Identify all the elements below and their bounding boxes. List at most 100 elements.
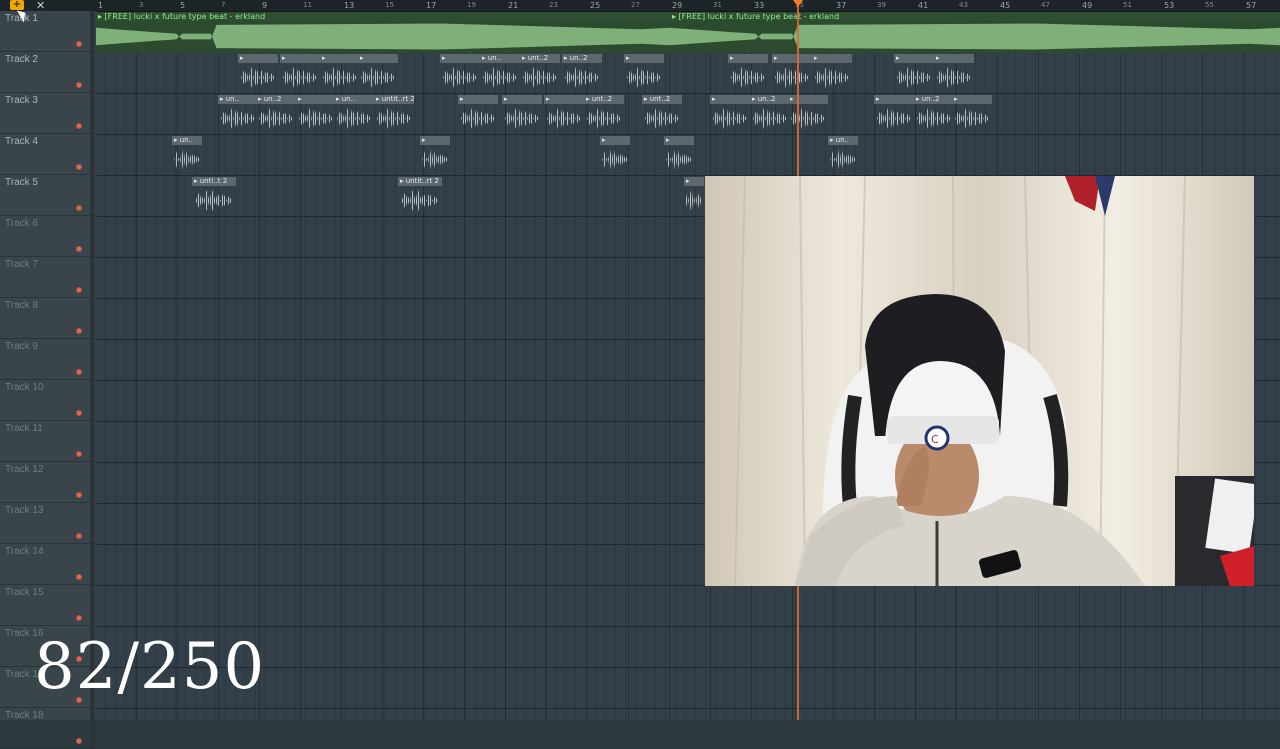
audio-clip-main[interactable]: ▸ [FREE] lucki x future type beat - erkl… [96,12,670,53]
clip-waveform [256,104,296,133]
track-handle[interactable] [90,708,95,748]
track-mute-led[interactable] [76,246,82,252]
audio-clip[interactable]: ▸ unt..2 [584,95,624,133]
audio-clip[interactable]: ▸ [320,54,360,92]
track-mute-led[interactable] [76,205,82,211]
audio-clip[interactable]: ▸ un..2 [562,54,602,92]
audio-clip[interactable]: ▸ un..2 [914,95,954,133]
track-mute-led[interactable] [76,410,82,416]
track-header[interactable]: Track 8 [0,298,96,339]
track-header[interactable]: Track 7 [0,257,96,298]
clip-waveform [398,186,442,215]
track-header[interactable]: Track 4 [0,134,96,175]
audio-clip[interactable]: ▸ unt..2 [642,95,682,133]
track-handle[interactable] [90,175,95,215]
track-mute-led[interactable] [76,164,82,170]
audio-clip[interactable]: ▸ [874,95,914,133]
audio-clip[interactable]: ▸ [280,54,320,92]
audio-clip[interactable]: ▸ unti..t 2 [192,177,236,215]
audio-clip[interactable]: ▸ [894,54,934,92]
audio-clip[interactable]: ▸ unt..2 [520,54,560,92]
track-mute-led[interactable] [76,738,82,744]
track-header[interactable]: Track 14 [0,544,96,585]
audio-clip[interactable]: ▸ [952,95,992,133]
audio-clip[interactable]: ▸ un..2 [256,95,296,133]
track-mute-led[interactable] [76,615,82,621]
audio-clip[interactable]: ▸ [420,136,450,174]
track-handle[interactable] [90,298,95,338]
track-handle[interactable] [90,11,95,51]
track-header[interactable]: Track 6 [0,216,96,257]
clip-waveform [684,186,704,215]
audio-clip[interactable]: ▸ [772,54,812,92]
clip-waveform [624,63,664,92]
clip-label: ▸ [358,54,398,63]
audio-clip[interactable]: ▸ [812,54,852,92]
track-handle[interactable] [90,257,95,297]
track-handle[interactable] [90,544,95,584]
track-header[interactable]: Track 15 [0,585,96,626]
audio-clip[interactable]: ▸ [544,95,584,133]
track-header[interactable]: Track 3 [0,93,96,134]
track-mute-led[interactable] [76,41,82,47]
waveform-shape [955,108,989,129]
timeline-ruler[interactable]: 1 3 5 7 9 11 13 15 17 19 21 23 25 27 29 31 33 35 37 39 41 43 4… [96,0,1280,12]
audio-clip[interactable]: ▸ [934,54,974,92]
audio-clip[interactable]: ▸ [458,95,498,133]
track-handle[interactable] [90,339,95,379]
track-header[interactable]: Track 9 [0,339,96,380]
track-header[interactable]: Track 1 [0,11,96,52]
track-mute-led[interactable] [76,451,82,457]
track-mute-led[interactable] [76,533,82,539]
audio-clip[interactable]: ▸ [600,136,630,174]
audio-clip[interactable]: ▸ [684,177,704,215]
track-mute-led[interactable] [76,82,82,88]
audio-clip[interactable]: ▸ [358,54,398,92]
track-handle[interactable] [90,216,95,256]
track-handle[interactable] [90,585,95,625]
ruler-bar-number: 5 [180,1,186,10]
audio-clip[interactable]: ▸ un.. [480,54,520,92]
audio-clip[interactable]: ▸ un.. [334,95,374,133]
track-handle[interactable] [90,380,95,420]
track-handle[interactable] [90,421,95,461]
track-handle[interactable] [90,93,95,133]
track-mute-led[interactable] [76,123,82,129]
track-mute-led[interactable] [76,287,82,293]
audio-clip[interactable]: ▸ untit..rt 2 [374,95,414,133]
track-mute-led[interactable] [76,574,82,580]
audio-clip[interactable]: ▸ [624,54,664,92]
clip-label: ▸ [788,95,828,104]
audio-clip[interactable]: ▸ [664,136,694,174]
audio-clip[interactable]: ▸ [710,95,750,133]
track-header[interactable]: Track 18 [0,708,96,749]
track-handle[interactable] [90,134,95,174]
track-handle[interactable] [90,503,95,543]
track-header[interactable]: Track 2 [0,52,96,93]
track-header[interactable]: Track 5 [0,175,96,216]
audio-clip[interactable]: ▸ [296,95,336,133]
track-header[interactable]: Track 10 [0,380,96,421]
track-mute-led[interactable] [76,369,82,375]
track-mute-led[interactable] [76,492,82,498]
audio-clip[interactable]: ▸ [502,95,542,133]
track-handle[interactable] [90,462,95,502]
ruler-bar-number: 21 [508,1,519,10]
track-handle[interactable] [90,52,95,92]
track-header[interactable]: Track 11 [0,421,96,462]
clip-label: ▸ [FREE] lucki x future type beat - erkl… [96,12,670,21]
audio-clip[interactable]: ▸ un.. [218,95,258,133]
audio-clip[interactable]: ▸ [788,95,828,133]
audio-clip[interactable]: ▸ [728,54,768,92]
audio-clip[interactable]: ▸ [440,54,480,92]
audio-clip[interactable]: ▸ untit..rt 2 [398,177,442,215]
audio-clip[interactable]: ▸ un.. [172,136,202,174]
audio-clip[interactable]: ▸ [238,54,278,92]
audio-clip[interactable]: ▸ un.. [828,136,858,174]
track-header[interactable]: Track 12 [0,462,96,503]
audio-clip[interactable]: ▸ un..2 [750,95,790,133]
audio-clip-main[interactable]: ▸ [FREE] lucki x future type beat - erkl… [670,12,1280,53]
clip-waveform [710,104,750,133]
track-header[interactable]: Track 13 [0,503,96,544]
track-mute-led[interactable] [76,328,82,334]
